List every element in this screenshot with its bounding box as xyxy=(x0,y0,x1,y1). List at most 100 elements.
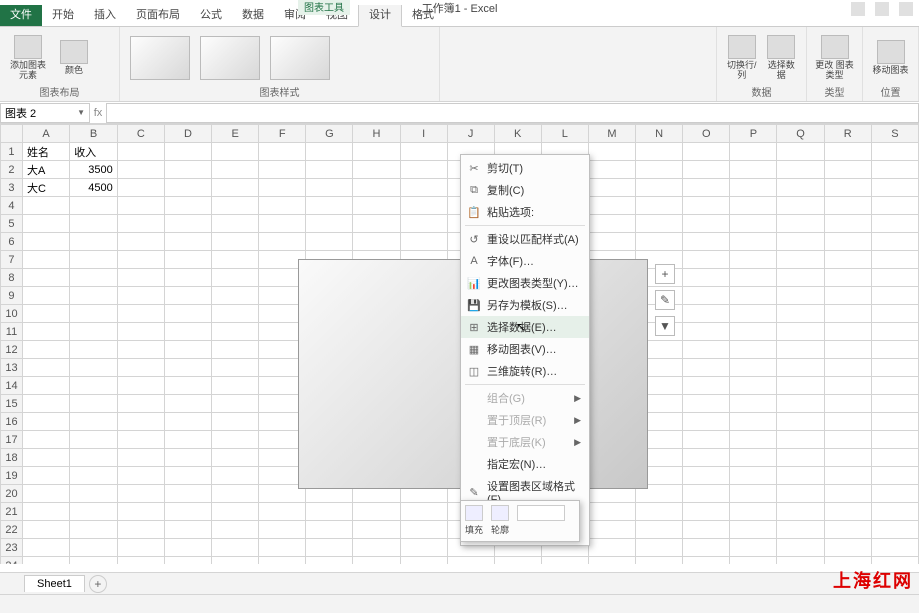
cell[interactable] xyxy=(164,341,211,359)
cell[interactable] xyxy=(353,179,400,197)
cell[interactable] xyxy=(212,287,259,305)
col-header[interactable]: J xyxy=(447,125,494,143)
cell[interactable] xyxy=(22,557,69,565)
cell[interactable] xyxy=(871,143,918,161)
col-header[interactable]: L xyxy=(541,125,588,143)
cell[interactable] xyxy=(259,197,306,215)
cell[interactable] xyxy=(306,215,353,233)
cell[interactable] xyxy=(117,359,164,377)
style-thumb[interactable] xyxy=(270,36,330,80)
cell[interactable] xyxy=(164,287,211,305)
row-header[interactable]: 17 xyxy=(1,431,23,449)
chart-brush-button[interactable]: ✎ xyxy=(655,290,675,310)
cell[interactable] xyxy=(117,233,164,251)
row-header[interactable]: 16 xyxy=(1,413,23,431)
chart-styles-gallery[interactable] xyxy=(128,31,338,84)
cell[interactable] xyxy=(117,161,164,179)
cell[interactable] xyxy=(70,395,118,413)
cell[interactable] xyxy=(306,233,353,251)
cell[interactable] xyxy=(259,233,306,251)
col-header[interactable]: K xyxy=(494,125,541,143)
cell[interactable] xyxy=(588,161,635,179)
cell[interactable] xyxy=(730,269,777,287)
context-menu-item[interactable]: ⧉复制(C) xyxy=(461,179,589,201)
cell[interactable] xyxy=(212,503,259,521)
cell[interactable] xyxy=(824,467,871,485)
cell[interactable] xyxy=(164,431,211,449)
cell[interactable] xyxy=(730,557,777,565)
cell[interactable] xyxy=(400,179,447,197)
formula-bar[interactable] xyxy=(106,103,919,123)
row-header[interactable]: 10 xyxy=(1,305,23,323)
cell[interactable] xyxy=(259,143,306,161)
cell[interactable] xyxy=(824,431,871,449)
cell[interactable] xyxy=(117,503,164,521)
col-header[interactable]: F xyxy=(259,125,306,143)
cell[interactable] xyxy=(22,359,69,377)
cell[interactable] xyxy=(871,341,918,359)
cell[interactable] xyxy=(777,395,824,413)
cell[interactable] xyxy=(22,215,69,233)
cell[interactable] xyxy=(353,521,400,539)
cell[interactable] xyxy=(70,431,118,449)
cell[interactable] xyxy=(353,197,400,215)
cell[interactable] xyxy=(636,233,683,251)
cell[interactable] xyxy=(871,539,918,557)
row-header[interactable]: 13 xyxy=(1,359,23,377)
cell[interactable] xyxy=(730,539,777,557)
cell[interactable] xyxy=(777,161,824,179)
cell[interactable] xyxy=(871,215,918,233)
row-header[interactable]: 20 xyxy=(1,485,23,503)
col-header[interactable]: A xyxy=(22,125,69,143)
cell[interactable] xyxy=(824,215,871,233)
cell[interactable] xyxy=(494,557,541,565)
cell[interactable] xyxy=(117,521,164,539)
cell[interactable] xyxy=(400,161,447,179)
row-header[interactable]: 21 xyxy=(1,503,23,521)
cell[interactable] xyxy=(824,485,871,503)
row-header[interactable]: 23 xyxy=(1,539,23,557)
cell[interactable] xyxy=(636,161,683,179)
cell[interactable] xyxy=(824,233,871,251)
cell[interactable] xyxy=(824,395,871,413)
cell[interactable] xyxy=(777,413,824,431)
cell[interactable]: 大C xyxy=(22,179,69,197)
row-header[interactable]: 15 xyxy=(1,395,23,413)
cell[interactable] xyxy=(777,143,824,161)
cell[interactable] xyxy=(824,269,871,287)
cell[interactable] xyxy=(871,377,918,395)
cell[interactable] xyxy=(730,449,777,467)
cell[interactable] xyxy=(164,413,211,431)
cell[interactable] xyxy=(588,179,635,197)
cell[interactable] xyxy=(70,539,118,557)
cell[interactable] xyxy=(730,323,777,341)
chart-colors-button[interactable]: 颜色 xyxy=(54,40,94,76)
cell[interactable] xyxy=(22,413,69,431)
cell[interactable] xyxy=(588,503,635,521)
cell[interactable] xyxy=(400,503,447,521)
maximize-icon[interactable] xyxy=(899,2,913,16)
cell[interactable] xyxy=(70,323,118,341)
cell[interactable] xyxy=(588,143,635,161)
cell[interactable] xyxy=(117,251,164,269)
cell[interactable] xyxy=(22,197,69,215)
add-chart-element-button[interactable]: 添加图表 元素 xyxy=(8,35,48,81)
cell[interactable] xyxy=(730,161,777,179)
row-header[interactable]: 22 xyxy=(1,521,23,539)
ribbon-opts-icon[interactable] xyxy=(851,2,865,16)
cell[interactable] xyxy=(353,557,400,565)
tab-data[interactable]: 数据 xyxy=(232,2,274,26)
cell[interactable] xyxy=(164,539,211,557)
cell[interactable] xyxy=(259,179,306,197)
cell[interactable] xyxy=(871,323,918,341)
mini-toolbar-input[interactable] xyxy=(517,505,565,521)
cell[interactable] xyxy=(353,161,400,179)
row-header[interactable]: 5 xyxy=(1,215,23,233)
cell[interactable] xyxy=(871,521,918,539)
cell[interactable] xyxy=(70,287,118,305)
context-menu-item[interactable]: ✂剪切(T) xyxy=(461,157,589,179)
cell[interactable] xyxy=(400,215,447,233)
cell[interactable] xyxy=(212,467,259,485)
cell[interactable] xyxy=(777,485,824,503)
chevron-down-icon[interactable]: ▼ xyxy=(77,108,85,117)
